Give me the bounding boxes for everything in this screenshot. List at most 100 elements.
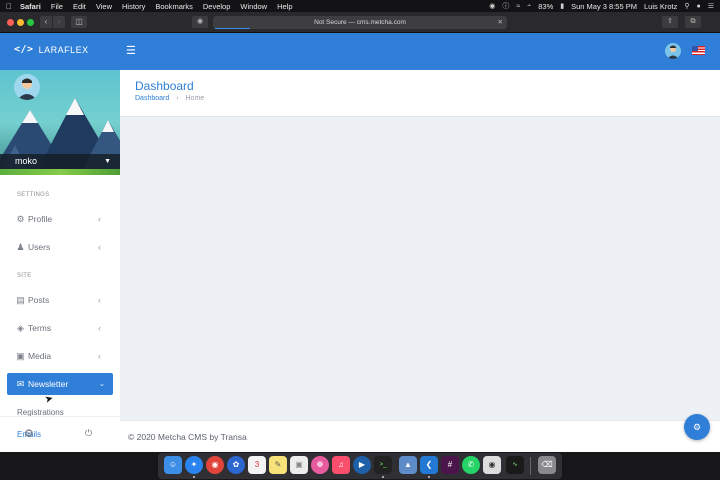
stop-loading-icon[interactable]: ✕: [498, 16, 503, 29]
vscode-icon[interactable]: ❮: [420, 456, 438, 474]
safari-icon[interactable]: ✦: [185, 456, 203, 474]
browser-toolbar: ‹ › ◫ ◉ Not Secure — cms.metcha.com ✕ ⇧ …: [0, 12, 720, 33]
forward-button[interactable]: ›: [53, 16, 65, 28]
notes-icon[interactable]: ✎: [269, 456, 287, 474]
sidebar-item-terms[interactable]: ◈ Terms ‹: [0, 317, 120, 339]
caret-down-icon: ▼: [104, 158, 111, 165]
wifi-icon[interactable]: ≈: [516, 3, 520, 10]
quicktime-icon[interactable]: ▶: [353, 456, 371, 474]
menubar-user[interactable]: Luis Krotz: [644, 2, 677, 11]
us-flag-icon[interactable]: [692, 46, 705, 55]
spotlight-icon[interactable]: ⚲: [684, 2, 689, 10]
preview-app-icon[interactable]: ▲: [399, 456, 417, 474]
sidebar-item-media[interactable]: ▣ Media ‹: [0, 345, 120, 367]
page-load-progress: [215, 27, 251, 29]
terminal-icon[interactable]: >_: [374, 456, 392, 474]
profile-avatar[interactable]: [14, 74, 40, 100]
app-footer: © 2020 Metcha CMS by Transa: [120, 420, 720, 452]
address-bar-text: Not Secure — cms.metcha.com: [314, 19, 406, 26]
profile-name-dropdown[interactable]: moko ▼: [0, 154, 120, 169]
firefox-icon[interactable]: ✿: [227, 456, 245, 474]
image-icon: ▣: [16, 350, 25, 361]
avatar-person-icon: [17, 78, 37, 100]
section-heading-site: SITE: [17, 273, 32, 279]
page-header: Dashboard Dashboard › Home: [120, 70, 720, 117]
cms-app: </> LARAFLEX ☰ moko ▼ SETTINGS ⚙ Profile…: [0, 33, 720, 452]
profile-username: moko: [15, 156, 38, 166]
logo-text: LARAFLEX: [38, 44, 89, 55]
info-icon[interactable]: ⓘ: [502, 1, 509, 11]
dock-separator: [530, 457, 531, 475]
avatar-person-icon: [667, 45, 679, 59]
breadcrumb-current: Home: [185, 95, 205, 102]
gear-icon[interactable]: ⚙: [24, 427, 34, 440]
sidebar-item-label: Users: [28, 242, 51, 252]
menubar-status-area: ◉ ⓘ ≈ ⸞ 83% ▮ Sun May 3 8:55 PM Luis Kro…: [489, 1, 714, 11]
siri-icon[interactable]: ●: [696, 3, 700, 10]
sidebar-item-profile[interactable]: ⚙ Profile ‹: [0, 208, 120, 230]
app-topbar: </> LARAFLEX ☰: [0, 33, 720, 70]
profile-card: moko ▼: [0, 70, 120, 175]
calendar-icon[interactable]: 3: [248, 456, 266, 474]
address-bar[interactable]: Not Secure — cms.metcha.com ✕: [213, 16, 507, 29]
menu-app[interactable]: Safari: [20, 2, 41, 11]
window-minimize-button[interactable]: [17, 19, 24, 26]
sidebar-item-newsletter[interactable]: ✉ Newsletter ⌄: [7, 373, 113, 395]
sidebar-footer: ⚙ ⏻: [0, 416, 120, 452]
menu-history[interactable]: History: [122, 2, 145, 11]
record-icon[interactable]: ◉: [489, 2, 495, 10]
battery-icon[interactable]: ▮: [560, 2, 564, 10]
photos-icon[interactable]: ❁: [311, 456, 329, 474]
sidebar-item-label: Terms: [28, 323, 52, 333]
tabs-overview-button[interactable]: ⧉: [685, 16, 701, 28]
music-icon[interactable]: ♫: [332, 456, 350, 474]
menu-window[interactable]: Window: [240, 2, 267, 11]
power-icon[interactable]: ⏻: [85, 428, 92, 439]
menu-view[interactable]: View: [96, 2, 112, 11]
window-zoom-button[interactable]: [27, 19, 34, 26]
preview-icon[interactable]: ▣: [290, 456, 308, 474]
extension-icon[interactable]: ◉: [192, 16, 208, 28]
footer-copyright: © 2020 Metcha CMS by Transa: [128, 432, 247, 442]
newspaper-icon: ▤: [16, 294, 25, 305]
screenshot-icon[interactable]: ◉: [483, 456, 501, 474]
user-avatar[interactable]: [665, 43, 681, 59]
chevron-left-icon: ‹: [98, 351, 101, 361]
envelope-icon: ✉: [16, 378, 25, 389]
activity-monitor-icon[interactable]: ∿: [506, 456, 524, 474]
chevron-left-icon: ‹: [98, 323, 101, 333]
running-indicator: [193, 476, 195, 478]
back-button[interactable]: ‹: [40, 16, 52, 28]
code-brackets-icon: </>: [14, 44, 34, 55]
slack-icon[interactable]: #: [441, 456, 459, 474]
macos-dock: ☺ ✦ ◉ ✿ 3 ✎ ▣ ❁ ♫ ▶ >_ ▲ ❮ # ✆ ◉ ∿ ⌫: [158, 453, 562, 479]
menu-file[interactable]: File: [51, 2, 63, 11]
menu-edit[interactable]: Edit: [73, 2, 86, 11]
menu-bookmarks[interactable]: Bookmarks: [155, 2, 193, 11]
bluetooth-icon[interactable]: ⸞: [527, 2, 531, 11]
running-indicator: [382, 476, 384, 478]
whatsapp-icon[interactable]: ✆: [462, 456, 480, 474]
settings-fab-button[interactable]: ⚙: [684, 414, 710, 440]
chevron-left-icon: ‹: [98, 295, 101, 305]
notification-center-icon[interactable]: ☰: [708, 2, 714, 10]
screen:  Safari File Edit View History Bookmark…: [0, 0, 720, 480]
sidebar-item-label: Posts: [28, 295, 50, 305]
sidebar-item-posts[interactable]: ▤ Posts ‹: [0, 289, 120, 311]
sidebar-item-label: Profile: [28, 214, 53, 224]
breadcrumb-separator-icon: ›: [176, 95, 179, 102]
chrome-icon[interactable]: ◉: [206, 456, 224, 474]
breadcrumb-link-dashboard[interactable]: Dashboard: [135, 95, 169, 102]
menu-toggle-icon[interactable]: ☰: [126, 44, 136, 57]
window-close-button[interactable]: [7, 19, 14, 26]
apple-menu-icon[interactable]: : [6, 2, 12, 11]
menu-develop[interactable]: Develop: [203, 2, 231, 11]
share-button[interactable]: ⇧: [662, 16, 678, 28]
trash-icon[interactable]: ⌫: [538, 456, 556, 474]
menubar-clock[interactable]: Sun May 3 8:55 PM: [571, 2, 637, 11]
sidebar-toggle-button[interactable]: ◫: [71, 16, 87, 28]
finder-icon[interactable]: ☺: [164, 456, 182, 474]
sidebar-item-users[interactable]: ♟ Users ‹: [0, 236, 120, 258]
app-logo[interactable]: </> LARAFLEX: [14, 44, 89, 55]
menu-help[interactable]: Help: [277, 2, 292, 11]
